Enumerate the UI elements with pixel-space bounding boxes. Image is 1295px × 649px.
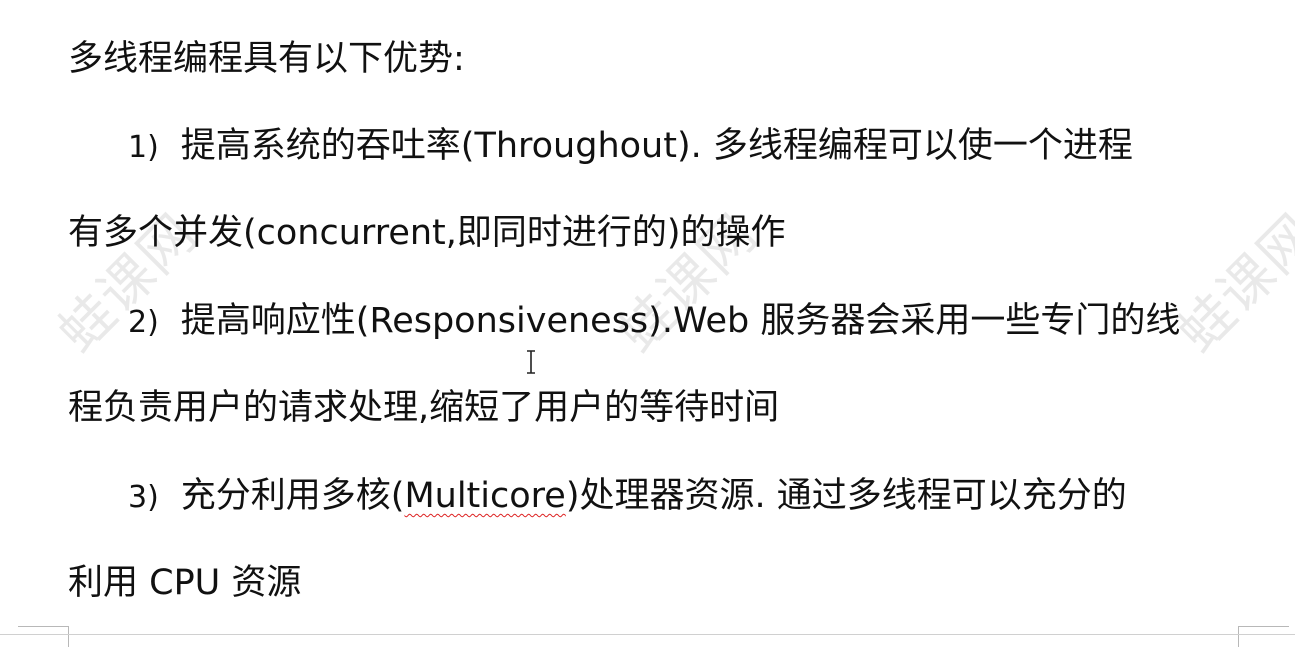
list-item-1-line-1[interactable]: 1) 提高系统的吞吐率(Throughout). 多线程编程可以使一个进程 — [128, 124, 1133, 170]
list-item-text: 提高系统的吞吐率(Throughout). 多线程编程可以使一个进程 — [180, 126, 1133, 166]
list-item-text: )处理器资源. 通过多线程可以充分的 — [565, 476, 1127, 516]
list-item-number: 1) — [128, 130, 159, 165]
list-item-number: 3) — [128, 480, 159, 515]
document-page[interactable]: 蛙课网 蛙课网 蛙课网 多线程编程具有以下优势: 1) 提高系统的吞吐率(Thro… — [0, 0, 1295, 649]
list-item-1-line-2[interactable]: 有多个并发(concurrent,即同时进行的)的操作 — [68, 211, 786, 255]
list-item-3-line-1[interactable]: 3) 充分利用多核(Multicore)处理器资源. 通过多线程可以充分的 — [128, 474, 1127, 520]
page-margin-mark — [1238, 626, 1289, 647]
list-item-3-line-2[interactable]: 利用 CPU 资源 — [68, 561, 301, 605]
list-item-2-line-1[interactable]: 2) 提高响应性(Responsiveness).Web 服务器会采用一些专门的线 — [128, 299, 1180, 345]
list-item-text: 提高响应性(Responsiveness).Web 服务器会采用一些专门的线 — [180, 301, 1181, 341]
spellcheck-flagged-word[interactable]: Multicore — [404, 476, 565, 516]
list-item-text: 充分利用多核( — [180, 476, 405, 516]
page-bottom-rule — [0, 634, 1295, 635]
page-margin-mark — [18, 626, 69, 647]
list-item-number: 2) — [128, 305, 159, 340]
document-heading[interactable]: 多线程编程具有以下优势: — [68, 37, 465, 81]
text-i-beam-cursor-icon — [527, 350, 535, 374]
list-item-2-line-2[interactable]: 程负责用户的请求处理,缩短了用户的等待时间 — [68, 386, 779, 430]
